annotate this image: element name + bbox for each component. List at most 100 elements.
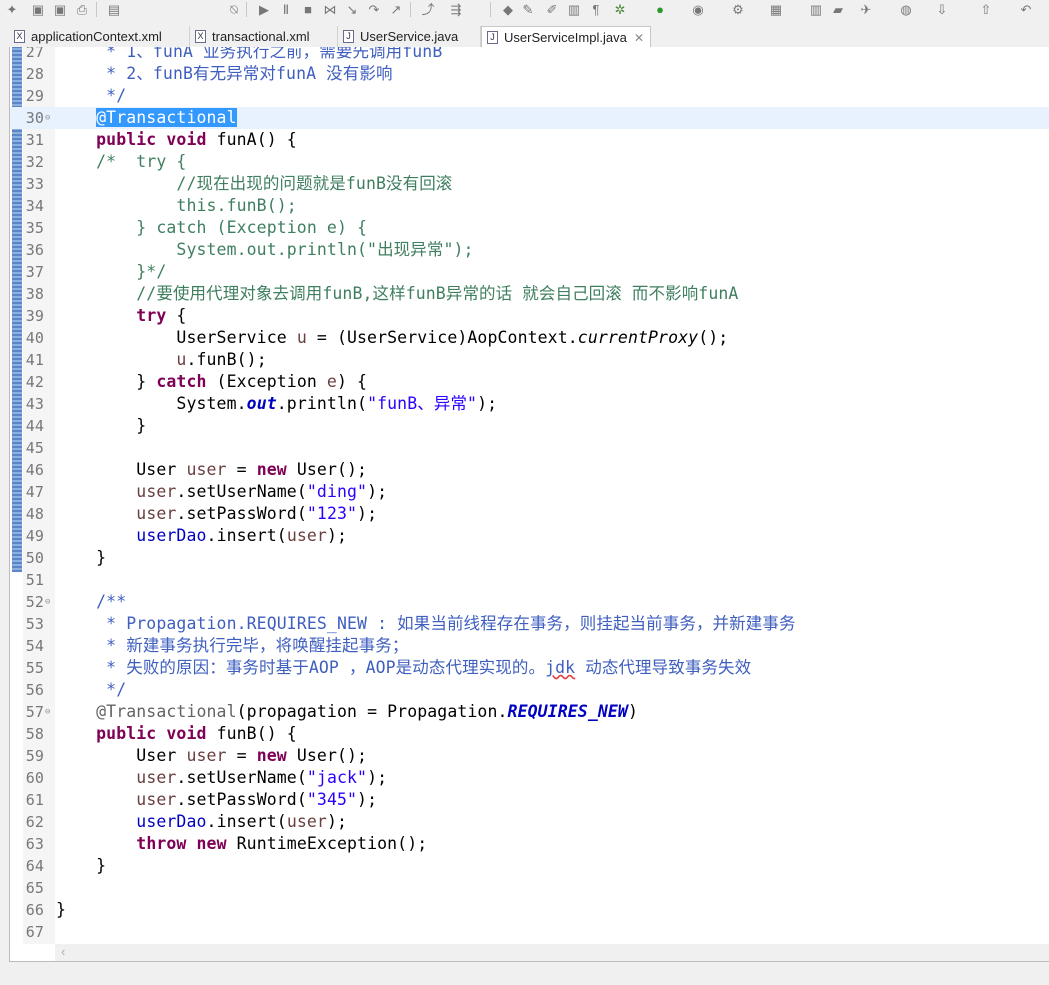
terminate-icon[interactable]: ■	[300, 1, 316, 18]
code-line[interactable]: 66}	[10, 899, 1049, 921]
code-line[interactable]: 29 */	[10, 85, 1049, 107]
toggle-breadcrumb-icon[interactable]: ✐	[544, 1, 560, 18]
code-line[interactable]: 43 System.out.println("funB、异常");	[10, 393, 1049, 415]
code-token: );	[367, 482, 388, 501]
open-type-icon[interactable]: ◆	[500, 1, 516, 18]
code-content[interactable]: 27 * 1、funA 业务执行之前，需要先调用funB 28 * 2、funB有…	[10, 47, 1049, 943]
skip-breakpoints-icon[interactable]: ⍉	[226, 1, 242, 18]
save-icon[interactable]: ▣	[30, 1, 46, 18]
resume-icon[interactable]: ▶	[256, 1, 272, 18]
line-number: 52	[25, 593, 44, 611]
code-line[interactable]: 56 */	[10, 679, 1049, 701]
code-token: User	[56, 460, 187, 479]
code-line[interactable]: 38 //要使用代理对象去调用funB,这样funB异常的话 就会自己回滚 而不…	[10, 283, 1049, 305]
code-line[interactable]: 57 ⊖ @Transactional(propagation = Propaga…	[10, 701, 1049, 723]
code-line[interactable]: 53 * Propagation.REQUIRES_NEW : 如果当前线程存在…	[10, 613, 1049, 635]
step-into-icon[interactable]: ↘	[344, 1, 360, 18]
code-line[interactable]: 48 user.setPassWord("123");	[10, 503, 1049, 525]
globe-icon[interactable]: ◍	[898, 1, 914, 18]
step-over-icon[interactable]: ↷	[366, 1, 382, 18]
scroll-left-icon[interactable]: ‹	[61, 944, 65, 959]
code-line[interactable]: 61 user.setPassWord("345");	[10, 789, 1049, 811]
use-step-filters-icon[interactable]: ⇶	[448, 1, 464, 18]
new-java-project-icon[interactable]: ▦	[768, 1, 784, 18]
code-line[interactable]: 28 * 2、funB有无异常对funA 没有影响	[10, 63, 1049, 85]
code-text: try {	[56, 305, 186, 327]
tab-userservice-java[interactable]: J UserService.java	[338, 26, 481, 48]
code-line[interactable]: 58 public void funB() {	[10, 723, 1049, 745]
open-folder-icon[interactable]: ▰	[830, 1, 846, 18]
external-tools-icon[interactable]: ⚙	[730, 1, 746, 18]
code-line[interactable]: 62 userDao.insert(user);	[10, 811, 1049, 833]
code-line[interactable]: 34 this.funB();	[10, 195, 1049, 217]
toggle-mark-occurrences-icon[interactable]: ✎	[520, 1, 536, 18]
code-line[interactable]: 36 System.out.println("出现异常");	[10, 239, 1049, 261]
code-line[interactable]: 27 * 1、funA 业务执行之前，需要先调用funB	[10, 47, 1049, 63]
drop-to-frame-icon[interactable]: ⤴	[420, 1, 436, 18]
binary-icon[interactable]: ▤	[106, 1, 122, 18]
code-line[interactable]: 46 User user = new User();	[10, 459, 1049, 481]
code-line[interactable]: 30 ⊖ @Transactional	[10, 107, 1049, 129]
code-line[interactable]: 40 UserService u = (UserService)AopConte…	[10, 327, 1049, 349]
xml-file-icon: X	[14, 30, 25, 43]
disconnect-icon[interactable]: ⋈	[322, 1, 338, 18]
code-line[interactable]: 45	[10, 437, 1049, 459]
close-tab-icon[interactable]: ✕	[634, 27, 644, 49]
search-icon[interactable]: ✈	[858, 1, 874, 18]
block-selection-icon[interactable]: ▥	[566, 1, 582, 18]
code-text: * 2、funB有无异常对funA 没有影响	[56, 63, 393, 85]
debug-icon[interactable]: ✲	[612, 1, 628, 18]
toolbar-separator	[246, 2, 247, 17]
code-text: }*/	[56, 261, 166, 283]
code-line[interactable]: 47 user.setUserName("ding");	[10, 481, 1049, 503]
code-line[interactable]: 44 }	[10, 415, 1049, 437]
show-whitespace-icon[interactable]: ¶	[588, 1, 604, 18]
code-line[interactable]: 50 }	[10, 547, 1049, 569]
code-line[interactable]: 32 /* try {	[10, 151, 1049, 173]
code-line[interactable]: 39 try {	[10, 305, 1049, 327]
fold-toggle-icon[interactable]: ⊖	[45, 591, 51, 613]
step-return-icon[interactable]: ↗	[388, 1, 404, 18]
save-all-icon[interactable]: ▣	[52, 1, 68, 18]
coverage-icon[interactable]: ◉	[690, 1, 706, 18]
code-line[interactable]: 60 user.setUserName("jack");	[10, 767, 1049, 789]
code-line[interactable]: 54 * 新建事务执行完毕，将唤醒挂起事务；	[10, 635, 1049, 657]
code-line[interactable]: 35 } catch (Exception e) {	[10, 217, 1049, 239]
print-icon[interactable]: ⎙	[74, 1, 90, 18]
code-line[interactable]: 31 public void funA() {	[10, 129, 1049, 151]
run-icon[interactable]: ●	[652, 1, 668, 18]
next-annotation-icon[interactable]: ⇩	[934, 1, 950, 18]
new-package-icon[interactable]: ▥	[808, 1, 824, 18]
code-line[interactable]: 51	[10, 569, 1049, 591]
horizontal-scrollbar[interactable]: ‹	[55, 944, 1049, 961]
fold-toggle-icon[interactable]: ⊖	[45, 701, 51, 723]
code-editor[interactable]: 27 * 1、funA 业务执行之前，需要先调用funB 28 * 2、funB有…	[9, 47, 1049, 962]
code-line[interactable]: 59 User user = new User();	[10, 745, 1049, 767]
tab-userserviceimpl-java[interactable]: J UserServiceImpl.java ✕	[481, 26, 651, 48]
code-token: System.	[56, 394, 247, 413]
tab-transactional-xml[interactable]: Xtransactional.xml	[190, 26, 338, 48]
fold-toggle-icon[interactable]: ⊖	[45, 107, 51, 129]
suspend-icon[interactable]: Ⅱ	[278, 1, 294, 18]
code-line[interactable]: 67	[10, 921, 1049, 943]
code-line[interactable]: 55 * 失败的原因：事务时基于AOP ，AOP是动态代理实现的。jdk 动态代…	[10, 657, 1049, 679]
code-text: //要使用代理对象去调用funB,这样funB异常的话 就会自己回滚 而不影响f…	[56, 283, 738, 305]
code-line[interactable]: 49 userDao.insert(user);	[10, 525, 1049, 547]
code-line[interactable]: 64 }	[10, 855, 1049, 877]
code-token: user	[136, 504, 177, 523]
prev-annotation-icon[interactable]: ⇧	[978, 1, 994, 18]
back-icon[interactable]: ↶	[1018, 1, 1034, 18]
code-line[interactable]: 33 //现在出现的问题就是funB没有回滚	[10, 173, 1049, 195]
code-line[interactable]: 65	[10, 877, 1049, 899]
code-line[interactable]: 41 u.funB();	[10, 349, 1049, 371]
tab-label: UserService.java	[360, 29, 459, 44]
code-token: User();	[286, 460, 368, 479]
code-line[interactable]: 42 } catch (Exception e) {	[10, 371, 1049, 393]
code-line[interactable]: 63 throw new RuntimeException();	[10, 833, 1049, 855]
code-token: UserService	[56, 328, 297, 347]
code-line[interactable]: 37 }*/	[10, 261, 1049, 283]
new-wizard-icon[interactable]: ✦	[4, 1, 20, 18]
tab-applicationcontext-xml[interactable]: XapplicationContext.xml	[9, 26, 190, 48]
code-line[interactable]: 52 ⊖ /**	[10, 591, 1049, 613]
